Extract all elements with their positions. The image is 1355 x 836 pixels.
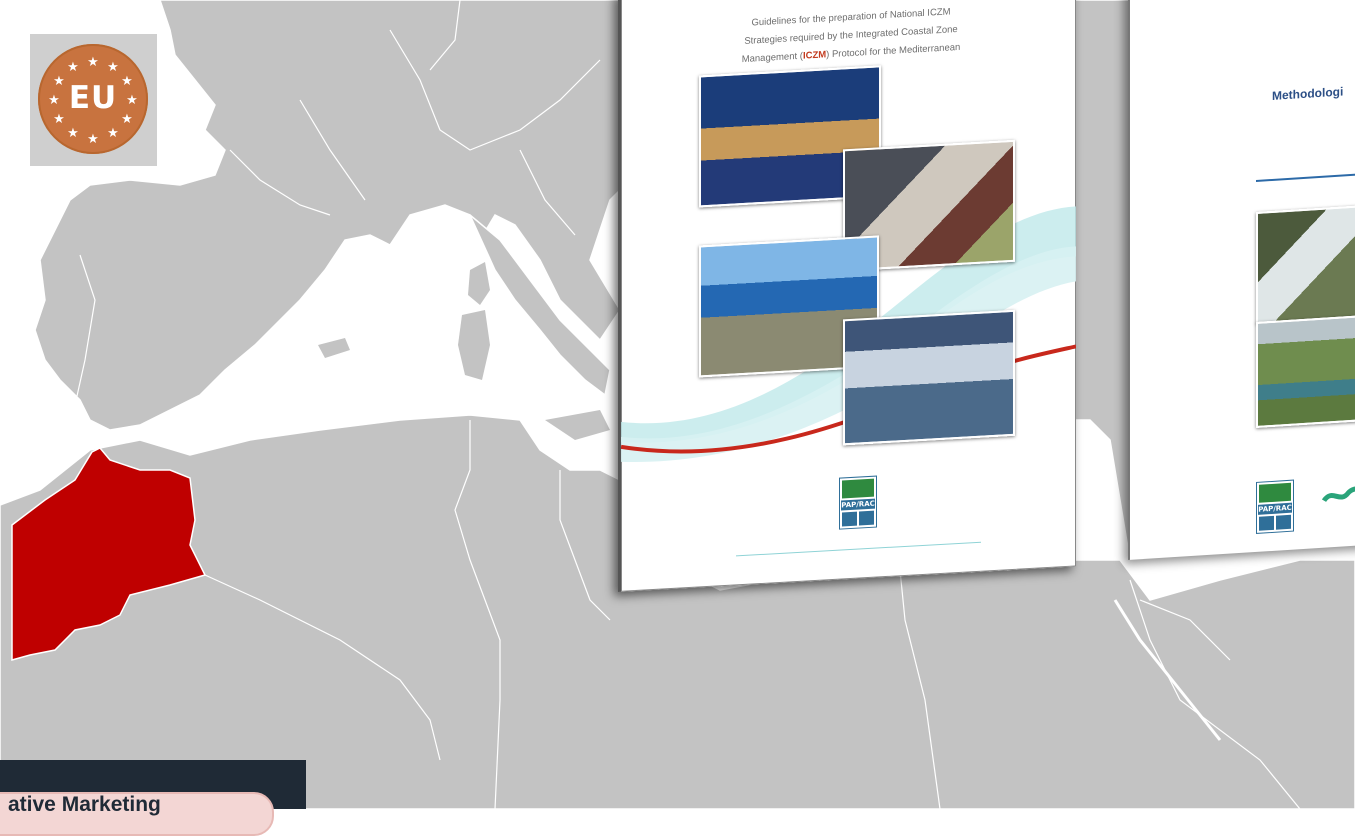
- footer-rule: [736, 541, 981, 557]
- eu-badge-label: EU: [68, 80, 118, 116]
- title-rule: [1256, 172, 1355, 182]
- waterfall-photo: [1256, 204, 1355, 324]
- wave-logo-icon: [1322, 485, 1355, 503]
- svg-text:★: ★: [67, 126, 79, 141]
- iczm-highlight: ICZM: [802, 49, 827, 62]
- pap-rac-logo: PAP/RAC: [839, 475, 877, 530]
- svg-text:★: ★: [107, 60, 119, 75]
- methodology-document[interactable]: Methodologi PAP/RAC: [1128, 0, 1355, 560]
- caption-panel: ative Marketing: [0, 760, 306, 836]
- subtitle-line-3-suffix: ) Protocol for the Mediterranean: [826, 41, 961, 61]
- svg-text:★: ★: [107, 126, 119, 141]
- svg-text:★: ★: [67, 60, 79, 75]
- delta-photo: [1256, 314, 1355, 428]
- document-subtitle: Guidelines for the preparation of Nation…: [661, 0, 1041, 74]
- document-title: Methodologi: [1272, 84, 1344, 103]
- svg-text:★: ★: [87, 132, 99, 147]
- seagull-photo: [843, 309, 1015, 446]
- eu-badge: ★ ★ ★ ★ ★ ★ ★ ★ ★ ★ ★ ★ EU: [38, 44, 148, 154]
- pap-rac-logo-2: PAP/RAC: [1256, 479, 1294, 534]
- svg-text:★: ★: [87, 55, 99, 70]
- subtitle-line-3-prefix: Management (: [741, 50, 803, 66]
- caption-text: ative Marketing: [8, 793, 161, 816]
- guidelines-document[interactable]: Guidelines for the preparation of Nation…: [618, 0, 1076, 593]
- eu-badge-panel: ★ ★ ★ ★ ★ ★ ★ ★ ★ ★ ★ ★ EU: [30, 34, 157, 166]
